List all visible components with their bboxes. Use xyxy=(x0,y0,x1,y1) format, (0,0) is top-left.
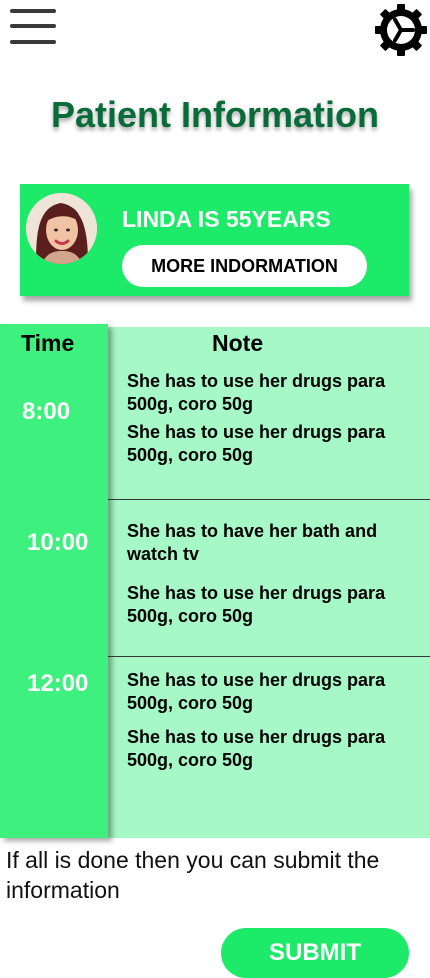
schedule-divider xyxy=(108,656,430,657)
schedule-note[interactable]: She has to use her drugs para 500g, coro… xyxy=(127,669,417,715)
submit-button[interactable]: SUBMIT xyxy=(221,928,409,978)
patient-card: LINDA IS 55YEARS MORE INDORMATION xyxy=(20,184,409,296)
time-slot-label: 10:00 xyxy=(27,529,89,556)
menu-bar xyxy=(10,24,56,28)
note-column-header: Note xyxy=(212,330,264,356)
schedule-divider xyxy=(108,499,430,500)
schedule-note[interactable]: She has to have her bath and watch tv xyxy=(127,520,417,566)
time-slot-label: 8:00 xyxy=(22,398,71,425)
time-column-header: Time xyxy=(21,330,75,356)
schedule-note[interactable]: She has to use her drugs para 500g, coro… xyxy=(127,582,417,628)
patient-photo xyxy=(26,193,97,264)
menu-bar xyxy=(10,9,56,13)
submit-instructions: If all is done then you can submit the i… xyxy=(6,847,380,903)
avatar[interactable] xyxy=(26,193,97,264)
schedule-note[interactable]: She has to use her drugs para 500g, coro… xyxy=(127,726,417,772)
schedule-note[interactable]: She has to use her drugs para 500g, coro… xyxy=(127,370,417,416)
menu-bar xyxy=(10,40,56,44)
gear-icon[interactable] xyxy=(374,3,428,57)
schedule-note[interactable]: She has to use her drugs para 500g, coro… xyxy=(127,421,417,467)
hamburger-menu-icon[interactable] xyxy=(10,9,56,47)
page-title: Patient Information xyxy=(50,94,379,135)
time-slot-label: 12:00 xyxy=(27,670,89,697)
more-information-button[interactable]: MORE INDORMATION xyxy=(122,245,367,287)
patient-name-age: LINDA IS 55YEARS xyxy=(122,206,331,232)
